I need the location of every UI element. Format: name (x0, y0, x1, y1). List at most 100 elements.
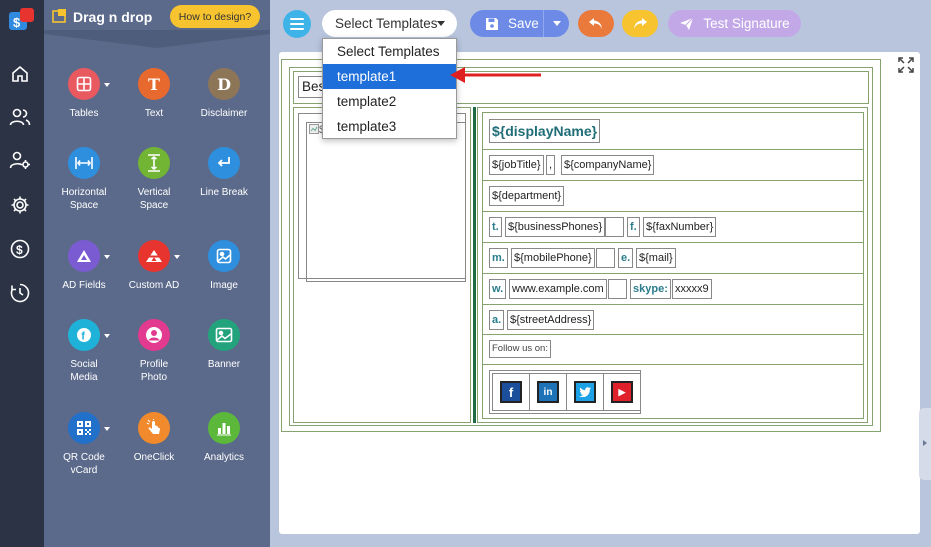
tool-oneclick[interactable]: OneClick (114, 412, 194, 464)
tool-social-media[interactable]: f Social Media (44, 319, 124, 384)
follow-us-text[interactable]: Follow us on: (489, 340, 551, 358)
skype-field[interactable]: xxxxx9 (672, 279, 712, 299)
job-title-field[interactable]: ${jobTitle} (489, 155, 544, 175)
dropdown-option-template1[interactable]: template1 (323, 64, 456, 89)
company-name-field[interactable]: ${companyName} (561, 155, 655, 175)
twitter-cell[interactable] (566, 373, 604, 411)
redo-button[interactable] (622, 10, 658, 37)
phone-label[interactable]: t. (489, 217, 502, 237)
business-phones-field[interactable]: ${businessPhones} (505, 217, 606, 237)
caret-down-icon[interactable] (104, 255, 110, 259)
tool-vertical-space[interactable]: Vertical Space (114, 147, 194, 212)
profile-photo-icon (138, 319, 170, 351)
row-web-skype[interactable]: w. www.example.com skype: xxxxx9 (483, 274, 863, 305)
app-logo-icon[interactable]: $ (9, 8, 35, 32)
redo-icon (634, 17, 647, 29)
caret-down-icon[interactable] (174, 255, 180, 259)
row-department[interactable]: ${department} (483, 181, 863, 212)
department-field[interactable]: ${department} (489, 186, 565, 206)
mobile-phone-field[interactable]: ${mobilePhone} (511, 248, 595, 268)
image-column[interactable]: $ (293, 107, 471, 423)
youtube-cell[interactable]: ▶ (603, 373, 641, 411)
tool-custom-ad[interactable]: Custom AD (114, 240, 194, 292)
info-table[interactable]: ${displayName} ${jobTitle} , ${companyNa… (482, 112, 864, 419)
tool-ad-fields[interactable]: AD Fields (44, 240, 124, 292)
mobile-label[interactable]: m. (489, 248, 508, 268)
address-label[interactable]: a. (489, 310, 505, 330)
website-field[interactable]: www.example.com (509, 279, 607, 299)
row-phone-fax[interactable]: t. ${businessPhones} f. ${faxNumber} (483, 212, 863, 243)
dropdown-option-select-templates[interactable]: Select Templates (323, 39, 456, 64)
test-signature-button[interactable]: Test Signature (668, 10, 801, 37)
caret-down-icon[interactable] (104, 427, 110, 431)
fax-number-field[interactable]: ${faxNumber} (643, 217, 717, 237)
social-icons-table[interactable]: f in ▶ (489, 370, 641, 414)
panel-header: Drag n drop How to design? (44, 0, 270, 34)
row-display-name[interactable]: ${displayName} (483, 113, 863, 150)
how-to-design-button[interactable]: How to design? (170, 5, 260, 28)
row-job-company[interactable]: ${jobTitle} , ${companyName} (483, 150, 863, 181)
youtube-icon[interactable]: ▶ (611, 381, 633, 403)
svg-text:f: f (81, 331, 85, 343)
website-label[interactable]: w. (489, 279, 507, 299)
phone-spacer[interactable] (605, 217, 624, 237)
website-spacer[interactable] (608, 279, 627, 299)
users-icon[interactable] (8, 105, 32, 129)
text-icon: T (138, 68, 170, 100)
right-panel-toggle[interactable] (919, 408, 931, 480)
caret-down-icon[interactable] (104, 83, 110, 87)
comma-separator[interactable]: , (546, 155, 556, 175)
select-templates-label: Select Templates (335, 16, 438, 31)
fax-label[interactable]: f. (627, 217, 640, 237)
tool-text[interactable]: T Text (114, 68, 194, 120)
tool-profile-photo[interactable]: Profile Photo (114, 319, 194, 384)
tool-analytics[interactable]: Analytics (184, 412, 264, 464)
tool-label: OneClick (133, 452, 175, 463)
settings-gear-icon[interactable] (8, 193, 32, 217)
tool-qr-code[interactable]: QR Code vCard (44, 412, 124, 477)
display-name-field[interactable]: ${displayName} (489, 119, 601, 143)
save-button[interactable]: Save (470, 10, 569, 37)
dropdown-option-template2[interactable]: template2 (323, 89, 456, 114)
caret-down-icon[interactable] (104, 334, 110, 338)
mail-field[interactable]: ${mail} (636, 248, 676, 268)
linkedin-icon[interactable]: in (537, 381, 559, 403)
user-settings-icon[interactable] (8, 148, 32, 172)
row-mobile-mail[interactable]: m. ${mobilePhone} e. ${mail} (483, 243, 863, 274)
undo-icon (589, 17, 602, 29)
row-follow-us[interactable]: Follow us on: (483, 335, 863, 365)
tool-banner[interactable]: Banner (184, 319, 264, 371)
home-icon[interactable] (8, 62, 32, 86)
broken-image-placeholder[interactable]: $ (306, 122, 466, 282)
fullscreen-expand-icon[interactable] (898, 57, 914, 73)
svg-text:$: $ (13, 15, 21, 30)
dropdown-option-template3[interactable]: template3 (323, 114, 456, 139)
tool-label: Vertical Space (137, 187, 171, 211)
tool-label: Image (210, 280, 238, 291)
row-address[interactable]: a. ${streetAddress} (483, 305, 863, 335)
skype-label[interactable]: skype: (630, 279, 671, 299)
tool-horizontal-space[interactable]: Horizontal Space (44, 147, 124, 212)
tool-table[interactable]: Tables (44, 68, 124, 120)
save-options-button[interactable] (543, 10, 569, 37)
row-social-icons[interactable]: f in ▶ (483, 365, 863, 419)
facebook-icon[interactable]: f (500, 381, 522, 403)
undo-button[interactable] (578, 10, 614, 37)
tool-disclaimer[interactable]: D Disclaimer (184, 68, 264, 120)
tool-panel: Drag n drop How to design? Tables T Text D D… (44, 0, 270, 547)
tool-line-break[interactable]: Line Break (184, 147, 264, 199)
select-templates-dropdown[interactable]: Select Templates (322, 10, 457, 37)
mobile-spacer[interactable] (596, 248, 615, 268)
history-clock-icon[interactable] (8, 281, 32, 305)
street-address-field[interactable]: ${streetAddress} (507, 310, 595, 330)
linkedin-cell[interactable]: in (529, 373, 567, 411)
facebook-cell[interactable]: f (492, 373, 530, 411)
info-column[interactable]: ${displayName} ${jobTitle} , ${companyNa… (477, 107, 868, 423)
billing-dollar-icon[interactable]: $ (8, 237, 32, 261)
caret-down-icon (437, 21, 445, 26)
twitter-icon[interactable] (574, 381, 596, 403)
horizontal-space-icon (68, 147, 100, 179)
tool-image[interactable]: Image (184, 240, 264, 292)
email-label[interactable]: e. (618, 248, 634, 268)
menu-hamburger-icon[interactable] (283, 10, 311, 38)
